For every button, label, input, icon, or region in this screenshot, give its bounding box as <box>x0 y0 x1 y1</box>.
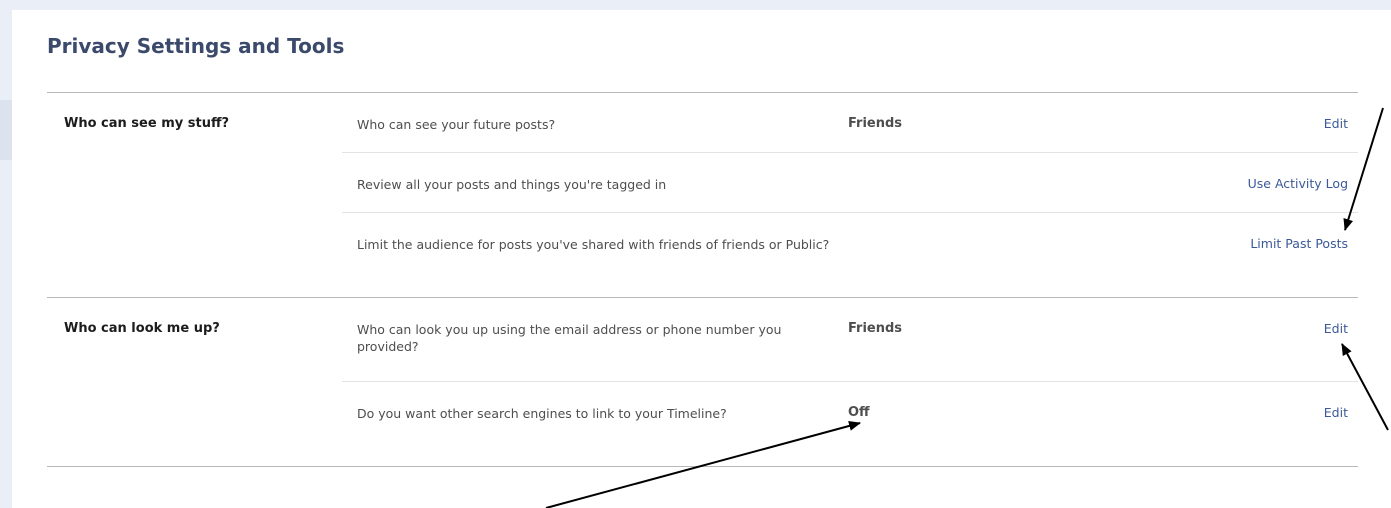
setting-row-look-up-email-phone: Who can look you up using the email addr… <box>342 298 1358 382</box>
setting-value: Friends <box>848 321 903 336</box>
setting-question: Who can look you up using the email addr… <box>357 322 782 354</box>
setting-question: Who can see your future posts? <box>357 117 556 132</box>
privacy-settings-panel: Privacy Settings and Tools Who can see m… <box>12 10 1391 508</box>
setting-value: Friends <box>848 116 903 131</box>
edit-future-posts-link[interactable]: Edit <box>1324 116 1348 131</box>
setting-question: Do you want other search engines to link… <box>357 406 727 421</box>
setting-question: Limit the audience for posts you've shar… <box>357 237 830 252</box>
section-label: Who can see my stuff? <box>64 116 230 131</box>
edit-search-engines-link[interactable]: Edit <box>1324 405 1348 420</box>
section-rows: Who can look you up using the email addr… <box>342 298 1358 466</box>
setting-row-search-engines: Do you want other search engines to link… <box>342 382 1358 466</box>
page-title: Privacy Settings and Tools <box>47 34 345 58</box>
section-who-can-see-my-stuff: Who can see my stuff? Who can see your f… <box>47 93 1358 298</box>
setting-value: Off <box>848 405 870 420</box>
setting-question: Review all your posts and things you're … <box>357 177 667 192</box>
setting-row-future-posts: Who can see your future posts? Friends E… <box>342 93 1358 153</box>
limit-past-posts-link[interactable]: Limit Past Posts <box>1250 236 1348 251</box>
setting-row-review-posts: Review all your posts and things you're … <box>342 153 1358 213</box>
settings-table: Who can see my stuff? Who can see your f… <box>47 92 1358 467</box>
setting-row-limit-past-posts: Limit the audience for posts you've shar… <box>342 213 1358 297</box>
section-who-can-look-me-up: Who can look me up? Who can look you up … <box>47 298 1358 467</box>
section-label: Who can look me up? <box>64 321 220 336</box>
use-activity-log-link[interactable]: Use Activity Log <box>1248 176 1348 191</box>
section-rows: Who can see your future posts? Friends E… <box>342 93 1358 297</box>
left-tab-strip <box>0 100 12 160</box>
edit-look-up-link[interactable]: Edit <box>1324 321 1348 336</box>
